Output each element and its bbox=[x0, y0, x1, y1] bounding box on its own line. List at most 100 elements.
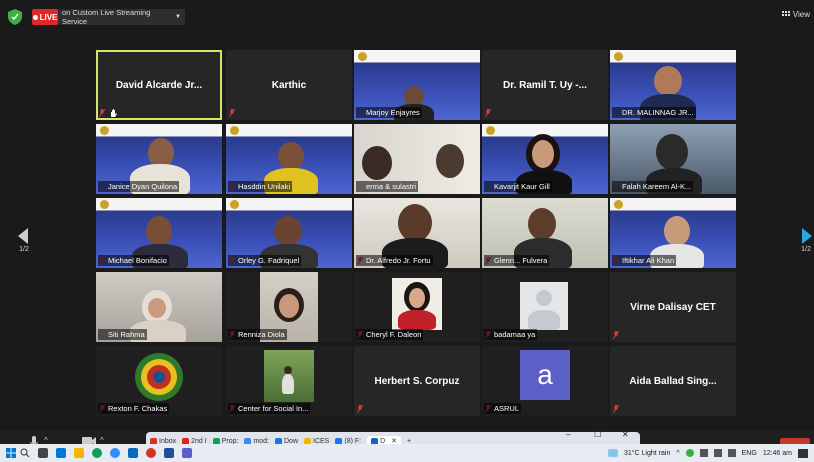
logo-icon bbox=[614, 199, 623, 209]
participant-tile[interactable]: Glenn... Fulvera bbox=[482, 198, 608, 268]
participant-tile[interactable]: Orley G. Fadriquel bbox=[226, 198, 352, 268]
store-icon[interactable] bbox=[56, 448, 66, 458]
zoom-icon[interactable] bbox=[110, 448, 120, 458]
logo-icon bbox=[614, 51, 623, 61]
participant-tile[interactable]: Janice Dyan Quilona bbox=[96, 124, 222, 194]
participant-tile[interactable]: DR. MALINNAG JR... bbox=[610, 50, 736, 120]
logo-icon bbox=[230, 125, 239, 135]
participant-tile[interactable]: Aida Ballad Sing... bbox=[610, 346, 736, 416]
stream-label: on Custom Live Streaming Service bbox=[62, 8, 151, 26]
participant-tile[interactable]: David Alcarde Jr... bbox=[96, 50, 222, 120]
logo-icon bbox=[358, 51, 367, 61]
word-icon[interactable] bbox=[164, 448, 174, 458]
view-button[interactable]: View bbox=[781, 10, 810, 19]
mic-muted-icon bbox=[229, 109, 235, 117]
notifications-icon[interactable] bbox=[798, 448, 808, 458]
participant-name-label: Kavarjit Kaur Gill bbox=[484, 181, 552, 192]
windows-taskbar: 31°C Light rain ^ ENG 12:46 am bbox=[0, 444, 814, 462]
participant-name-label: Marjoy Enjayres bbox=[356, 107, 422, 118]
tray-chevron-icon[interactable]: ^ bbox=[676, 450, 679, 457]
logo-icon bbox=[100, 199, 109, 209]
default-avatar bbox=[520, 282, 568, 330]
participant-name-label: erma & sulastri bbox=[356, 181, 419, 192]
participant-name-label: Glenn... Fulvera bbox=[484, 255, 550, 266]
participant-name-label: DR. MALINNAG JR... bbox=[612, 107, 696, 118]
participant-name-label: Orley G. Fadriquel bbox=[228, 255, 302, 266]
weather-text[interactable]: 31°C Light rain bbox=[624, 450, 670, 457]
chrome-icon[interactable] bbox=[92, 448, 102, 458]
minimize-button[interactable]: – bbox=[566, 430, 570, 439]
participant-tile[interactable]: erma & sulastri bbox=[354, 124, 480, 194]
page-indicator-right: 1/2 bbox=[801, 246, 811, 253]
participant-tile[interactable]: Marjoy Enjayres bbox=[354, 50, 480, 120]
participant-tile[interactable]: Virne Dalisay CET bbox=[610, 272, 736, 342]
shield-icon[interactable] bbox=[8, 9, 22, 25]
meeting-top-bar: LIVE on Custom Live Streaming Service ▼ … bbox=[0, 0, 814, 34]
stream-dropdown[interactable]: on Custom Live Streaming Service ▼ bbox=[58, 8, 185, 26]
chevron-right-icon bbox=[802, 228, 812, 244]
teams-icon[interactable] bbox=[182, 448, 192, 458]
maximize-button[interactable]: ☐ bbox=[594, 430, 601, 439]
prev-page-button[interactable]: 1/2 bbox=[18, 228, 30, 253]
participant-tile[interactable]: Herbert S. Corpuz bbox=[354, 346, 480, 416]
mic-muted-icon bbox=[99, 109, 105, 117]
participant-display-name: Dr. Ramil T. Uy -... bbox=[503, 79, 587, 91]
task-view-icon[interactable] bbox=[38, 448, 48, 458]
participant-tile[interactable]: Iftikhar Ali Khan bbox=[610, 198, 736, 268]
profile-photo bbox=[264, 350, 314, 402]
logo-icon bbox=[100, 125, 109, 135]
participant-tile[interactable]: Karthic bbox=[226, 50, 352, 120]
participant-name-label: Dr. Alfredo Jr. Fortu bbox=[356, 255, 433, 266]
participant-tile[interactable]: Dr. Ramil T. Uy -... bbox=[482, 50, 608, 120]
clock-time[interactable]: 12:46 am bbox=[763, 450, 792, 457]
participant-tile[interactable]: Rexton F. Chakas bbox=[96, 346, 222, 416]
conference-banner bbox=[610, 50, 736, 62]
logo-icon bbox=[230, 199, 239, 209]
close-window-button[interactable]: ✕ bbox=[622, 430, 629, 439]
search-icon[interactable] bbox=[20, 448, 30, 458]
raise-hand-icon bbox=[111, 109, 117, 117]
conference-banner bbox=[226, 124, 352, 136]
file-explorer-icon[interactable] bbox=[74, 448, 84, 458]
mic-muted-icon bbox=[613, 405, 619, 413]
participant-tile[interactable]: Kavarjit Kaur Gill bbox=[482, 124, 608, 194]
participant-name-label: Renniza Diola bbox=[228, 329, 287, 340]
chevron-left-icon bbox=[18, 228, 28, 244]
app-icon[interactable] bbox=[146, 448, 156, 458]
wifi-icon[interactable] bbox=[713, 449, 722, 457]
volume-icon[interactable] bbox=[727, 449, 736, 457]
participant-name-label: Hasddin Unilaki bbox=[228, 181, 293, 192]
live-badge[interactable]: LIVE bbox=[32, 9, 58, 25]
participant-tile[interactable]: Hasddin Unilaki bbox=[226, 124, 352, 194]
participant-display-name: Aida Ballad Sing... bbox=[629, 375, 717, 387]
participant-tile[interactable]: Michael Bonifacio bbox=[96, 198, 222, 268]
participant-tile[interactable]: badamaa ya bbox=[482, 272, 608, 342]
language-indicator[interactable]: ENG bbox=[742, 450, 757, 457]
participant-tile[interactable]: Center for Social In... bbox=[226, 346, 352, 416]
participant-tile[interactable]: Falah Kareem Al-K... bbox=[610, 124, 736, 194]
participant-tile[interactable]: Renniza Diola bbox=[226, 272, 352, 342]
participant-display-name: Karthic bbox=[271, 79, 307, 91]
edge-icon[interactable] bbox=[128, 448, 138, 458]
participant-name-label: Cheryl F. Daleon bbox=[356, 329, 424, 340]
battery-icon[interactable] bbox=[699, 449, 708, 457]
participant-tile[interactable]: Cheryl F. Daleon bbox=[354, 272, 480, 342]
participant-display-name: Herbert S. Corpuz bbox=[374, 375, 460, 387]
participant-name-label: Michael Bonifacio bbox=[98, 255, 169, 266]
participant-name-label: ASRUL bbox=[484, 403, 522, 414]
next-page-button[interactable]: 1/2 bbox=[800, 228, 812, 253]
participant-tile[interactable]: Siti Rahma bbox=[96, 272, 222, 342]
security-icon[interactable] bbox=[685, 449, 694, 457]
participant-name-label: Iftikhar Ali Khan bbox=[612, 255, 677, 266]
windows-start-icon[interactable] bbox=[6, 448, 16, 458]
organization-logo bbox=[135, 353, 183, 401]
view-label: View bbox=[792, 10, 810, 19]
mic-muted-icon bbox=[613, 331, 619, 339]
participant-name-label: Center for Social In... bbox=[228, 403, 311, 414]
chevron-down-icon: ▼ bbox=[175, 14, 181, 20]
live-label: LIVE bbox=[39, 12, 58, 22]
mic-muted-icon bbox=[357, 405, 363, 413]
participant-tile[interactable]: a ASRUL bbox=[482, 346, 608, 416]
participant-display-name: Virne Dalisay CET bbox=[630, 301, 716, 313]
participant-tile[interactable]: Dr. Alfredo Jr. Fortu bbox=[354, 198, 480, 268]
